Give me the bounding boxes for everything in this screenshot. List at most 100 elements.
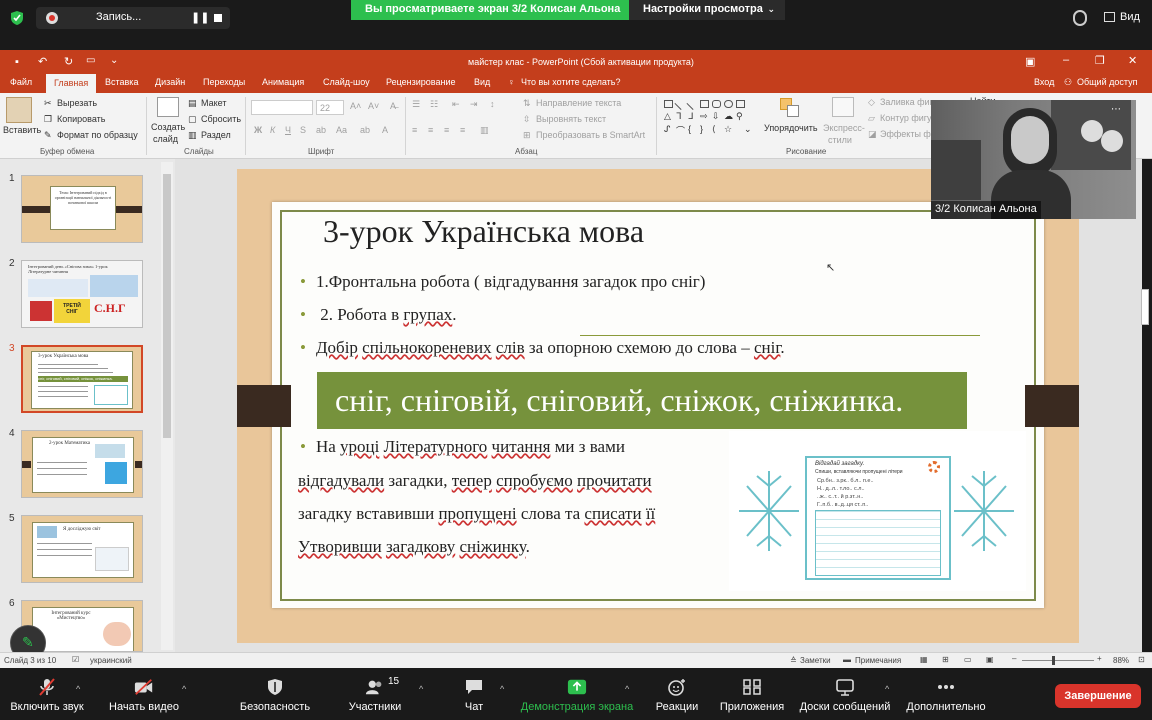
align-text-button[interactable]: Выровнять текст (536, 114, 606, 124)
section-icon[interactable]: ▥ (188, 130, 197, 141)
comments-icon[interactable]: ▬ (843, 655, 851, 664)
unmute-button[interactable]: Включить звук (4, 668, 90, 720)
cut-button[interactable]: Вырезать (57, 98, 97, 108)
customize-qat-icon[interactable]: ⌄ (110, 55, 118, 66)
fit-slide-icon[interactable]: ⊡ (1138, 655, 1145, 664)
tab-design[interactable]: Дизайн (155, 77, 185, 87)
tab-home[interactable]: Главная (46, 74, 97, 93)
end-meeting-button[interactable]: Завершение (1055, 684, 1141, 708)
notes-icon[interactable]: ≙ (790, 656, 797, 665)
increase-indent-icon[interactable]: ⇥ (470, 99, 478, 110)
tab-view[interactable]: Вид (474, 77, 490, 87)
reactions-button[interactable]: Реакции (648, 668, 706, 720)
chat-caret[interactable]: ^ (500, 684, 504, 694)
start-slideshow-icon[interactable]: ▭ (86, 55, 95, 66)
slide-title[interactable]: 3-урок Українська мова (323, 213, 644, 250)
share-caret[interactable]: ^ (625, 684, 629, 694)
align-right-icon[interactable]: ≡ (444, 125, 449, 135)
undo-icon[interactable]: ↶ (38, 55, 47, 68)
shape-arrow-down-icon[interactable]: ⇩ (712, 111, 720, 122)
bold-button[interactable]: Ж (254, 125, 262, 135)
line-spacing-icon[interactable]: ↕ (490, 99, 495, 109)
font-name-select[interactable] (251, 100, 313, 115)
shape-curve-icon[interactable]: ⌒ (676, 124, 685, 137)
shape-lightning-icon[interactable]: ᔑ (664, 124, 670, 135)
video-options-icon[interactable]: ⋯ (1111, 104, 1121, 115)
paragraph-line[interactable]: загадку вставивши пропущені слова та спи… (298, 504, 655, 524)
paragraph-line[interactable]: відгадували загадки, тепер спробуємо про… (298, 471, 652, 491)
chat-button[interactable]: Чат (445, 668, 503, 720)
maximize-icon[interactable]: ❐ (1095, 54, 1105, 67)
slide-thumbnail-3[interactable]: 3-урок Українська мова сніг, сніговий, с… (21, 345, 143, 413)
zoom-slider-thumb[interactable] (1052, 656, 1055, 665)
layout-icon[interactable]: ▤ (188, 98, 197, 109)
shape-effects-icon[interactable]: ◪ (868, 129, 877, 140)
text-direction-icon[interactable]: ⇅ (523, 98, 531, 109)
columns-icon[interactable]: ▥ (480, 125, 489, 136)
shape-flow-icon[interactable]: ⚲ (736, 111, 743, 122)
slide-thumbnail-4[interactable]: 2-урок Математика (21, 430, 143, 498)
ribbon-options-icon[interactable]: ▣ (1025, 55, 1035, 68)
shape-fill-icon[interactable]: ◇ (868, 97, 875, 108)
shape-oval-icon[interactable] (724, 100, 733, 108)
smartart-icon[interactable]: ⊞ (523, 130, 531, 141)
arrange-button[interactable]: Упорядочить (764, 123, 818, 133)
shape-star-icon[interactable]: ☆ (724, 124, 732, 135)
tab-review[interactable]: Рецензирование (386, 77, 456, 87)
tab-slideshow[interactable]: Слайд-шоу (323, 77, 370, 87)
shape-brace-icon[interactable]: { (688, 124, 691, 134)
font-grow-icon[interactable]: A˄ (350, 101, 361, 111)
start-video-button[interactable]: Начать видео (105, 668, 183, 720)
scrollbar-thumb[interactable] (163, 174, 171, 438)
copy-button[interactable]: Копировать (57, 114, 105, 124)
format-painter-icon[interactable]: ✎ (44, 130, 52, 141)
justify-icon[interactable]: ≡ (460, 125, 465, 135)
slide-thumbnail-5[interactable]: Я досліджую світ (21, 515, 143, 583)
align-center-icon[interactable]: ≡ (428, 125, 433, 135)
audio-options-caret[interactable]: ^ (76, 684, 80, 694)
align-text-icon[interactable]: ⇳ (523, 114, 531, 125)
meeting-info-icon[interactable] (1073, 10, 1087, 26)
whiteboards-caret[interactable]: ^ (885, 684, 889, 694)
quick-styles-button-line2[interactable]: стили (828, 135, 852, 145)
more-button[interactable]: Дополнительно (898, 668, 994, 720)
pause-icon[interactable]: ❚❚ (191, 11, 209, 24)
italic-button[interactable]: К (270, 125, 275, 135)
layout-button[interactable]: Макет (201, 98, 226, 108)
shape-textbox-icon[interactable] (664, 100, 673, 108)
gallery-more-icon[interactable]: ⌄ (744, 124, 752, 135)
numbering-icon[interactable]: ☷ (430, 99, 438, 110)
font-shrink-icon[interactable]: A˅ (368, 101, 379, 111)
slide-thumbnail-1[interactable]: Тема: Інтегрований підхід в організації … (21, 175, 143, 243)
bullet-item[interactable]: • 2. Робота в групах. (300, 305, 457, 325)
minimize-icon[interactable]: – (1063, 54, 1069, 66)
zoom-out-icon[interactable]: – (1012, 654, 1016, 663)
new-slide-button-line2[interactable]: слайд (153, 134, 178, 144)
quick-styles-button[interactable]: Экспресс- (823, 123, 865, 133)
smartart-button[interactable]: Преобразовать в SmartArt (536, 130, 645, 140)
slide-thumbnail-2[interactable]: Інтегрований день «Снігова зима» 1-урок … (21, 260, 143, 328)
shape-brace-right-icon[interactable]: } (700, 124, 703, 134)
notes-button[interactable]: Заметки (800, 656, 831, 665)
bullets-icon[interactable]: ☰ (412, 99, 420, 110)
underline-button[interactable]: Ч (285, 125, 291, 135)
format-painter-button[interactable]: Формат по образцу (57, 130, 138, 140)
normal-view-icon[interactable]: ▦ (920, 655, 928, 664)
shape-rectangle-icon[interactable] (700, 100, 709, 108)
align-left-icon[interactable]: ≡ (412, 125, 417, 135)
view-button[interactable]: Вид (1104, 10, 1152, 26)
signin-link[interactable]: Вход (1034, 77, 1054, 87)
font-size-select[interactable]: 22 (316, 100, 344, 115)
arrange-icon[interactable] (780, 98, 800, 118)
redo-icon[interactable]: ↻ (64, 55, 73, 68)
shape-rounded-rect-icon[interactable] (712, 100, 721, 108)
tab-transitions[interactable]: Переходы (203, 77, 245, 87)
participants-button[interactable]: 15 Участники (336, 668, 414, 720)
tab-file[interactable]: Файл (10, 77, 32, 87)
bullet-item[interactable]: • 1.Фронтальна робота ( відгадування зага… (300, 272, 705, 292)
shield-check-icon[interactable] (10, 10, 24, 26)
shape-arrow-icon[interactable] (686, 97, 699, 111)
section-button[interactable]: Раздел (201, 130, 231, 140)
worksheet-image[interactable]: Відгадай загадку. Спиши, вставляючи проп… (729, 431, 1026, 591)
participant-video[interactable]: ⋯ 3/2 Колисан Альона (931, 100, 1136, 219)
